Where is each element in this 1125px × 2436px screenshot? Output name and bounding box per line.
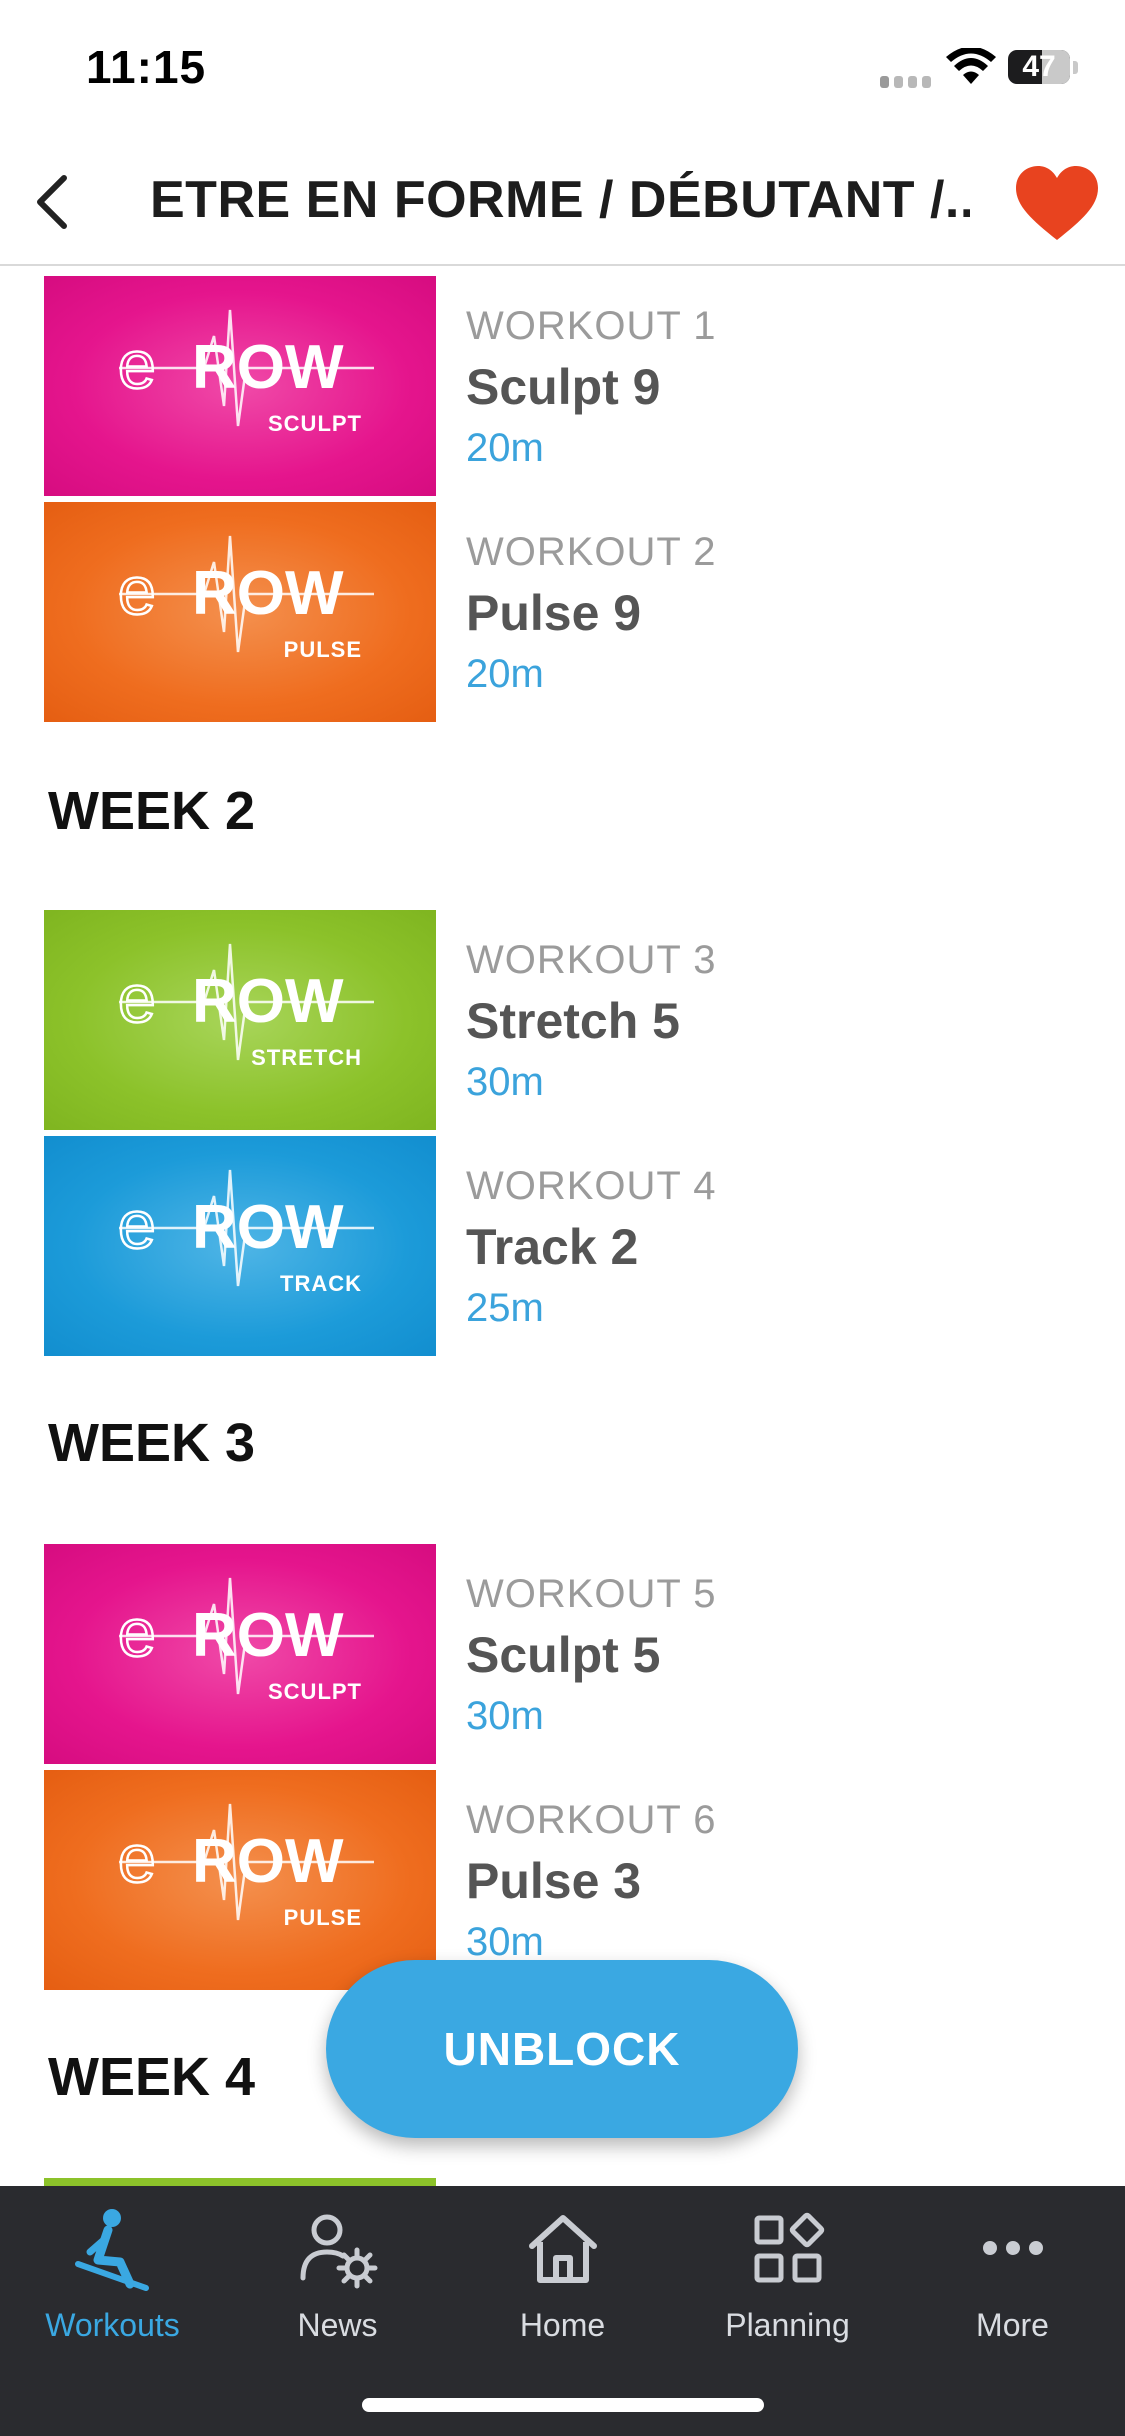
workout-item[interactable]: e ROW STRETCH WORKOUT 3 Stretch 5 30m (0, 910, 1125, 1130)
workout-number: WORKOUT 1 (466, 304, 717, 348)
workout-type-label: STRETCH (251, 1045, 362, 1070)
page-title: ETRE EN FORME / DÉBUTANT /... (150, 171, 970, 229)
workout-item[interactable]: e ROW PULSE WORKOUT 2 Pulse 9 20m (0, 502, 1125, 722)
tab-label: Home (519, 2307, 606, 2343)
tab-home[interactable]: Home (450, 2204, 675, 2354)
workout-type-label: PULSE (283, 1905, 362, 1930)
erow-logo-icon: e ROW (117, 1577, 374, 1695)
home-icon (528, 2215, 597, 2283)
tab-planning[interactable]: Planning (675, 2204, 900, 2354)
favorite-button[interactable] (1012, 162, 1102, 246)
wifi-icon (946, 48, 996, 84)
workout-thumbnail-partial (44, 2178, 436, 2186)
workout-item[interactable]: e ROW SCULPT WORKOUT 1 Sculpt 9 20m (0, 276, 1125, 496)
back-button[interactable] (20, 162, 90, 242)
heart-icon (1016, 166, 1098, 240)
workout-duration: 20m (466, 652, 544, 696)
workout-type-label: SCULPT (268, 1679, 362, 1704)
workout-name: Pulse 3 (466, 1853, 642, 1909)
workout-name: Sculpt 9 (466, 359, 661, 415)
workout-name: Stretch 5 (466, 993, 680, 1049)
tab-workouts[interactable]: Workouts (0, 2204, 225, 2354)
tab-news[interactable]: News (225, 2204, 450, 2354)
workout-thumbnail-pulse: e ROW PULSE (44, 1770, 436, 1990)
workout-thumbnail-track: e ROW TRACK (44, 1136, 436, 1356)
workout-item[interactable]: e ROW TRACK WORKOUT 4 Track 2 25m (0, 1136, 1125, 1356)
workout-name: Pulse 9 (466, 585, 642, 641)
workout-type-label: SCULPT (268, 411, 362, 436)
erow-logo-icon: e ROW (117, 943, 374, 1061)
home-indicator[interactable] (362, 2398, 764, 2412)
tab-label: Workouts (45, 2307, 180, 2343)
status-bar: 11:15 47 (0, 0, 1125, 140)
svg-text:e: e (118, 961, 156, 1037)
week-header: WEEK 4 (48, 2047, 256, 2107)
workout-number: WORKOUT 2 (466, 530, 717, 574)
navigation-bar: ETRE EN FORME / DÉBUTANT /... (0, 140, 1125, 266)
tab-label: More (976, 2307, 1049, 2343)
cellular-signal-icon (880, 70, 936, 88)
week-header: WEEK 3 (48, 1413, 256, 1473)
status-time: 11:15 (86, 41, 207, 93)
tab-label: News (297, 2307, 378, 2343)
workout-number: WORKOUT 3 (466, 938, 717, 982)
workout-duration: 30m (466, 1060, 544, 1104)
battery-icon: 47 (1008, 50, 1070, 84)
erow-logo-icon: e ROW (117, 309, 374, 427)
tab-more[interactable]: More (900, 2204, 1125, 2354)
tab-label: Planning (725, 2307, 850, 2343)
more-dots-icon (982, 2241, 1043, 2255)
workout-type-label: TRACK (280, 1271, 362, 1296)
workout-thumbnail-sculpt: e ROW SCULPT (44, 1544, 436, 1764)
svg-text:e: e (118, 327, 156, 403)
battery-cap (1073, 61, 1078, 74)
workout-duration: 30m (466, 1920, 544, 1964)
svg-text:e: e (118, 1187, 156, 1263)
workout-duration: 25m (466, 1286, 544, 1330)
erow-logo-icon: e ROW (117, 1169, 374, 1287)
grid-icon (754, 2212, 824, 2283)
workout-number: WORKOUT 6 (466, 1798, 717, 1842)
workout-type-label: PULSE (283, 637, 362, 662)
workout-item[interactable]: e ROW SCULPT WORKOUT 5 Sculpt 5 30m (0, 1544, 1125, 1764)
news-user-gear-icon (300, 2214, 377, 2289)
svg-text:e: e (118, 1821, 156, 1897)
svg-text:e: e (118, 553, 156, 629)
workout-thumbnail-sculpt: e ROW SCULPT (44, 276, 436, 496)
workout-duration: 20m (466, 426, 544, 470)
svg-text:e: e (118, 1595, 156, 1671)
erow-logo-icon: e ROW (117, 1803, 374, 1921)
workout-name: Track 2 (466, 1219, 639, 1275)
erow-logo-icon: e ROW (117, 535, 374, 653)
workout-item[interactable]: e ROW PULSE WORKOUT 6 Pulse 3 30m (0, 1770, 1125, 1990)
workout-thumbnail-stretch: e ROW STRETCH (44, 910, 436, 1130)
unblock-button[interactable]: UNBLOCK (326, 1960, 798, 2138)
workout-name: Sculpt 5 (466, 1627, 661, 1683)
battery-level: 47 (1022, 50, 1056, 83)
workout-duration: 30m (466, 1694, 544, 1738)
workout-number: WORKOUT 5 (466, 1572, 717, 1616)
workout-number: WORKOUT 4 (466, 1164, 717, 1208)
workout-thumbnail-pulse: e ROW PULSE (44, 502, 436, 722)
rower-icon (74, 2209, 149, 2291)
chevron-left-icon (37, 175, 67, 229)
week-header: WEEK 2 (48, 781, 256, 841)
workout-list: e ROW SCULPT WORKOUT 1 Sculpt 9 20m e RO… (0, 266, 1125, 2186)
